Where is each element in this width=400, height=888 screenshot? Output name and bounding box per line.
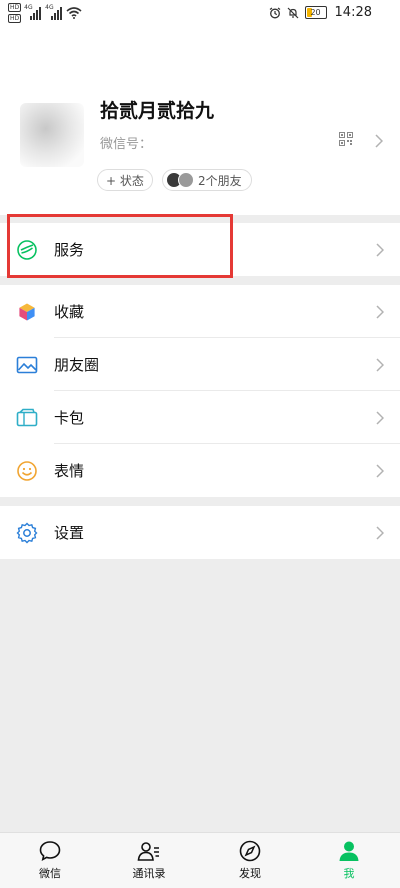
card-wallet-icon [16,408,38,427]
compass-icon [239,840,261,862]
battery-icon: 20 [304,6,327,19]
image-icon [16,356,38,374]
tab-me[interactable]: 我 [319,839,379,881]
signal-icon: 4G [45,4,63,20]
chevron-right-icon [376,358,384,372]
tab-contacts[interactable]: 通讯录 [119,839,179,881]
chevron-right-icon [376,411,384,425]
tab-chats[interactable]: 微信 [20,839,80,881]
network-label: 4G [45,4,54,11]
tab-label: 发现 [239,867,261,880]
nickname: 拾贰月贰拾九 [100,100,215,122]
menu-label: 收藏 [54,303,85,321]
status-right: 20 14:28 [269,5,372,20]
sim-indicators: HD HD [8,3,22,23]
chevron-right-icon [376,305,384,319]
sim-label: HD [8,14,22,23]
contacts-icon [137,842,159,861]
menu-item-favorites[interactable]: 收藏 [0,285,400,338]
menu-item-stickers[interactable]: 表情 [0,444,400,497]
chevron-right-icon [376,464,384,478]
wechat-id-prefix: 微信号： [100,137,153,152]
tab-label: 我 [343,867,355,880]
profile-card[interactable]: 拾贰月贰拾九 微信号： + 状态 2个朋友 [0,30,400,215]
status-bar: HD HD 4G 4G 20 14:28 [0,0,400,30]
status-button[interactable]: + 状态 [97,169,153,191]
alarm-icon [269,7,280,18]
avatar[interactable] [20,103,84,167]
signal-icon: 4G [24,4,42,20]
person-icon [339,841,359,861]
menu-item-cards[interactable]: 卡包 [0,391,400,444]
chat-icon [39,841,61,862]
chevron-right-icon [376,243,384,257]
friend-avatar [178,172,194,188]
menu-label: 设置 [54,524,85,542]
friends-label: 2个朋友 [198,173,242,188]
friends-button[interactable]: 2个朋友 [162,169,252,191]
qr-code-icon[interactable] [339,132,353,146]
menu-label: 朋友圈 [54,356,100,374]
status-left: HD HD 4G 4G [8,3,82,23]
wifi-icon [66,7,82,19]
menu-label: 卡包 [54,409,85,427]
tab-label: 微信 [39,867,61,880]
gear-icon [16,522,38,544]
status-button-label: + 状态 [106,173,144,188]
mute-icon [287,7,298,18]
chevron-right-icon [376,526,384,540]
clock: 14:28 [334,5,372,20]
menu-item-settings[interactable]: 设置 [0,506,400,559]
highlight-box [7,214,233,278]
sim-label: HD [8,3,22,12]
wechat-id: 微信号： [100,133,152,152]
tab-discover[interactable]: 发现 [220,839,280,881]
chevron-right-icon [375,134,383,148]
tab-bar: 微信 通讯录 发现 我 [0,832,400,888]
menu-label: 表情 [54,462,85,480]
tab-label: 通讯录 [132,867,166,880]
battery-level: 20 [310,8,321,17]
cube-icon [18,302,36,322]
network-label: 4G [24,4,33,11]
menu-item-moments[interactable]: 朋友圈 [0,338,400,391]
smiley-icon [17,461,37,481]
